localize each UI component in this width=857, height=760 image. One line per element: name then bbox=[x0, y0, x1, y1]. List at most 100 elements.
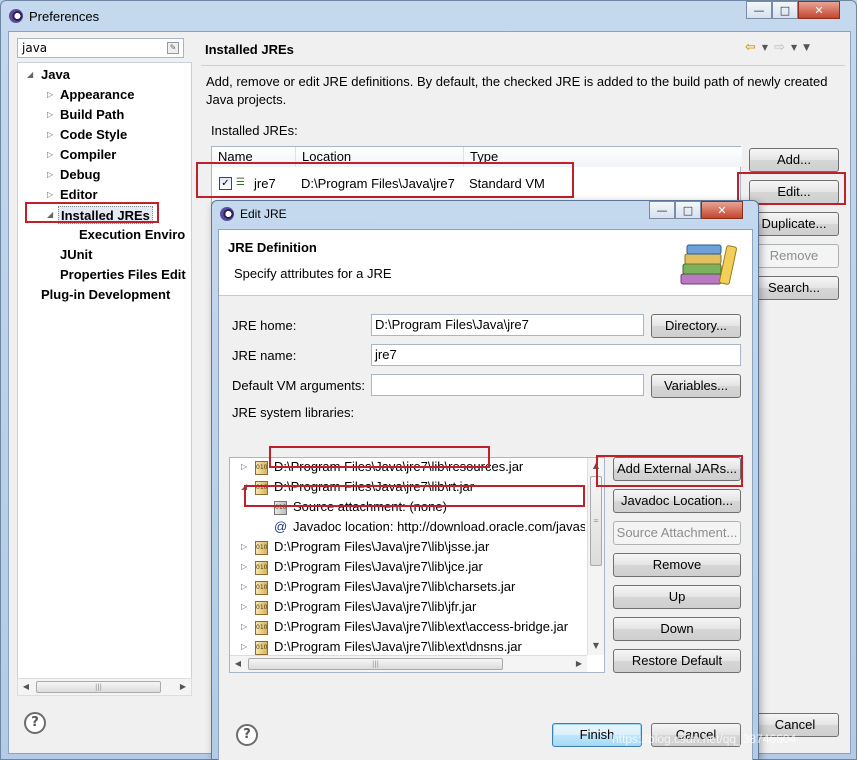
header-subtitle: Specify attributes for a JRE bbox=[234, 266, 392, 281]
back-menu-chevron-icon[interactable]: ▼ bbox=[762, 43, 768, 52]
tree-item-junit[interactable]: JUnit bbox=[60, 245, 93, 265]
collapsed-twisty-icon[interactable]: ▷ bbox=[47, 165, 53, 185]
jre-name-field[interactable]: jre7 bbox=[371, 344, 741, 366]
edit-jre-header: JRE Definition Specify attributes for a … bbox=[219, 230, 752, 296]
library-item[interactable]: D:\Program Files\Java\jre7\lib\jsse.jar bbox=[274, 537, 489, 557]
collapsed-twisty-icon[interactable]: ▷ bbox=[241, 458, 247, 477]
library-item[interactable]: D:\Program Files\Java\jre7\lib\charsets.… bbox=[274, 577, 515, 597]
collapsed-twisty-icon[interactable]: ▷ bbox=[47, 145, 53, 165]
library-item[interactable]: D:\Program Files\Java\jre7\lib\jce.jar bbox=[274, 557, 483, 577]
collapsed-twisty-icon[interactable]: ▷ bbox=[241, 557, 247, 577]
column-header-location[interactable]: Location bbox=[296, 147, 464, 167]
add-external-jars-button[interactable]: Add External JARs... bbox=[613, 457, 741, 481]
scroll-right-icon[interactable]: ▶ bbox=[571, 656, 587, 672]
system-libraries-tree[interactable]: ▷ 010 D:\Program Files\Java\jre7\lib\res… bbox=[229, 457, 605, 673]
collapsed-twisty-icon[interactable]: ▷ bbox=[47, 125, 53, 145]
tree-item-installed-jres[interactable]: Installed JREs bbox=[58, 206, 153, 224]
tree-item-java[interactable]: Java bbox=[41, 65, 70, 85]
tree-item-execution-environments[interactable]: Execution Enviro bbox=[79, 225, 185, 245]
library-item[interactable]: D:\Program Files\Java\jre7\lib\jfr.jar bbox=[274, 597, 476, 617]
title-separator bbox=[201, 65, 845, 66]
column-header-type[interactable]: Type bbox=[464, 147, 742, 167]
table-row[interactable]: ✓ ☰ jre7 D:\Program Files\Java\jre7 Stan… bbox=[212, 172, 740, 196]
scroll-thumb[interactable]: = bbox=[590, 476, 602, 566]
minimize-icon[interactable]: — bbox=[746, 1, 772, 19]
jar-icon: 010 bbox=[255, 461, 268, 475]
collapsed-twisty-icon[interactable]: ▷ bbox=[241, 597, 247, 617]
maximize-icon[interactable]: □ bbox=[772, 1, 798, 19]
jre-default-checkbox[interactable]: ✓ bbox=[219, 177, 232, 190]
tree-item-build-path[interactable]: Build Path bbox=[60, 105, 124, 125]
close-icon[interactable]: ✕ bbox=[798, 1, 840, 19]
tree-item-properties-files-editor[interactable]: Properties Files Edit bbox=[60, 265, 186, 285]
collapsed-twisty-icon[interactable]: ▷ bbox=[47, 85, 53, 105]
directory-button[interactable]: Directory... bbox=[651, 314, 741, 338]
column-header-name[interactable]: Name bbox=[212, 147, 296, 167]
javadoc-location-button[interactable]: Javadoc Location... bbox=[613, 489, 741, 513]
libraries-horizontal-scrollbar[interactable]: ◀ ||| ▶ bbox=[230, 655, 587, 672]
forward-arrow-icon[interactable]: ⇨ bbox=[774, 40, 785, 55]
forward-menu-chevron-icon[interactable]: ▼ bbox=[791, 43, 797, 52]
jar-icon: 010 bbox=[255, 601, 268, 615]
libraries-vertical-scrollbar[interactable]: ▲ = ▼ bbox=[587, 458, 604, 655]
tree-item-debug[interactable]: Debug bbox=[60, 165, 100, 185]
tree-item-code-style[interactable]: Code Style bbox=[60, 125, 127, 145]
remove-jre-button[interactable]: Remove bbox=[749, 244, 839, 268]
help-icon[interactable]: ? bbox=[24, 712, 46, 734]
source-attachment-icon: 010 bbox=[274, 501, 287, 515]
scroll-thumb[interactable]: ||| bbox=[36, 681, 161, 693]
library-item[interactable]: D:\Program Files\Java\jre7\lib\ext\acces… bbox=[274, 617, 568, 637]
tree-item-compiler[interactable]: Compiler bbox=[60, 145, 116, 165]
collapsed-twisty-icon[interactable]: ▷ bbox=[241, 577, 247, 597]
jar-icon: 010 bbox=[255, 481, 268, 495]
collapsed-twisty-icon[interactable]: ▷ bbox=[241, 537, 247, 557]
tree-item-appearance[interactable]: Appearance bbox=[60, 85, 134, 105]
edit-jre-dialog: Edit JRE — □ ✕ JRE Definition Specify at… bbox=[211, 200, 759, 760]
scroll-right-icon[interactable]: ▶ bbox=[175, 679, 191, 695]
down-button[interactable]: Down bbox=[613, 617, 741, 641]
edit-jre-button[interactable]: Edit... bbox=[749, 180, 839, 204]
preferences-title: Preferences bbox=[29, 8, 100, 24]
close-icon[interactable]: ✕ bbox=[701, 201, 743, 219]
maximize-icon[interactable]: □ bbox=[675, 201, 701, 219]
scroll-down-icon[interactable]: ▼ bbox=[588, 638, 604, 654]
help-icon[interactable]: ? bbox=[236, 724, 258, 746]
library-item[interactable]: D:\Program Files\Java\jre7\lib\resources… bbox=[274, 458, 523, 477]
books-banner-icon bbox=[680, 244, 737, 285]
library-item[interactable]: D:\Program Files\Java\jre7\lib\ext\dnsns… bbox=[274, 637, 522, 657]
tree-item-plugin-development[interactable]: Plug-in Development bbox=[41, 285, 170, 305]
collapsed-twisty-icon[interactable]: ▷ bbox=[47, 105, 53, 125]
scroll-left-icon[interactable]: ◀ bbox=[230, 656, 246, 672]
jre-home-field[interactable]: D:\Program Files\Java\jre7 bbox=[371, 314, 644, 336]
tree-horizontal-scrollbar[interactable]: ◀ ||| ▶ bbox=[17, 678, 192, 696]
up-button[interactable]: Up bbox=[613, 585, 741, 609]
add-jre-button[interactable]: Add... bbox=[749, 148, 839, 172]
variables-button[interactable]: Variables... bbox=[651, 374, 741, 398]
filter-input[interactable]: java ✎ bbox=[17, 38, 184, 58]
clear-filter-icon[interactable]: ✎ bbox=[167, 42, 179, 54]
remove-library-button[interactable]: Remove bbox=[613, 553, 741, 577]
search-jre-button[interactable]: Search... bbox=[749, 276, 839, 300]
vm-arguments-field[interactable] bbox=[371, 374, 644, 396]
view-menu-icon[interactable]: ▼ bbox=[803, 43, 810, 53]
collapsed-twisty-icon[interactable]: ▷ bbox=[241, 637, 247, 657]
collapsed-twisty-icon[interactable]: ▷ bbox=[241, 617, 247, 637]
scroll-thumb[interactable]: ||| bbox=[248, 658, 503, 670]
expanded-twisty-icon[interactable]: ◢ bbox=[241, 477, 247, 497]
installed-jres-label: Installed JREs: bbox=[211, 123, 298, 138]
back-arrow-icon[interactable]: ⇦ bbox=[745, 40, 756, 55]
duplicate-jre-button[interactable]: Duplicate... bbox=[749, 212, 839, 236]
preferences-tree[interactable]: ◢ Java ▷ Appearance ▷ Build Path ▷ Code … bbox=[17, 62, 192, 690]
source-attachment-button[interactable]: Source Attachment... bbox=[613, 521, 741, 545]
javadoc-location-item[interactable]: Javadoc location: http://download.oracle… bbox=[293, 517, 585, 537]
collapsed-twisty-icon[interactable]: ▷ bbox=[47, 185, 53, 205]
library-item-rt-jar[interactable]: D:\Program Files\Java\jre7\lib\rt.jar bbox=[274, 477, 474, 497]
scroll-up-icon[interactable]: ▲ bbox=[588, 458, 604, 474]
expanded-twisty-icon[interactable]: ◢ bbox=[27, 65, 33, 85]
source-attachment-item[interactable]: Source attachment: (none) bbox=[293, 497, 447, 517]
expanded-twisty-icon[interactable]: ◢ bbox=[47, 205, 53, 225]
minimize-icon[interactable]: — bbox=[649, 201, 675, 219]
restore-default-button[interactable]: Restore Default bbox=[613, 649, 741, 673]
tree-item-editor[interactable]: Editor bbox=[60, 185, 98, 205]
scroll-left-icon[interactable]: ◀ bbox=[18, 679, 34, 695]
